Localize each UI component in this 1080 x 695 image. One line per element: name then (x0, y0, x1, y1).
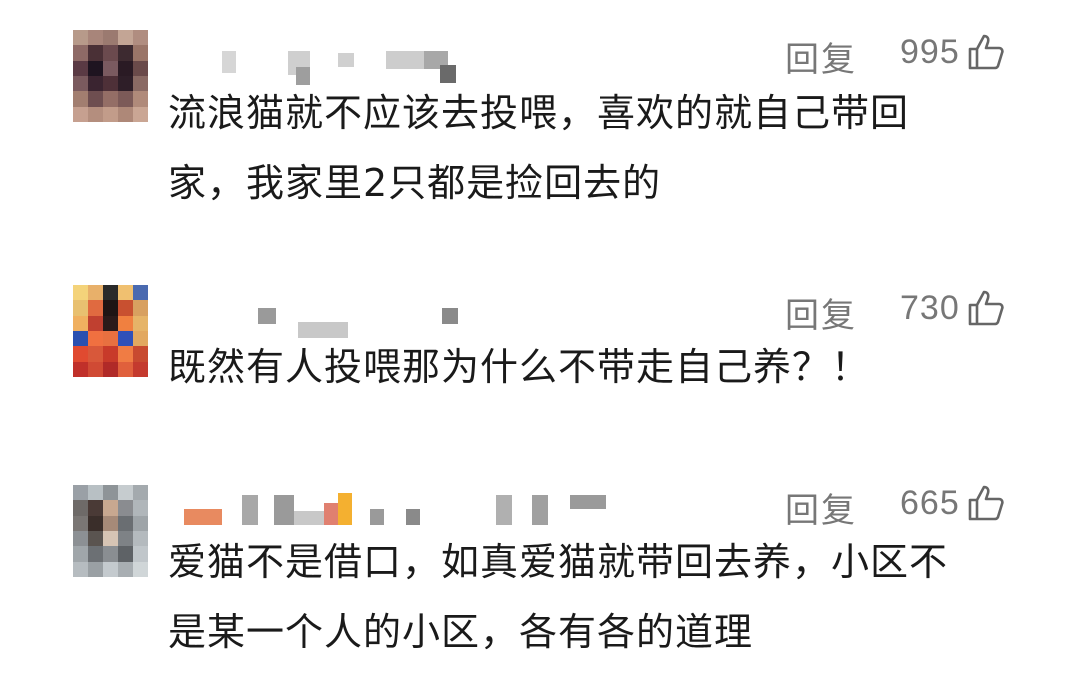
comment-item: 回复 995 流浪猫就不应该去投喂，喜欢的就自己带回 家，我家里2只都是捡回去的 (0, 0, 1080, 230)
reply-button[interactable]: 回复 (785, 288, 857, 337)
comment-item: 回复 665 爱猫不是借口，如真爱猫就带回去养，小区不 是某一个人的小区，各有各… (0, 475, 1080, 695)
like-button[interactable]: 730 (900, 288, 1006, 328)
avatar[interactable] (73, 485, 148, 577)
comment-text-line: 既然有人投喂那为什么不带走自己养？！ (168, 345, 871, 389)
reply-button[interactable]: 回复 (785, 32, 857, 81)
comment-text-line: 是某一个人的小区，各有各的道理 (168, 610, 754, 654)
comment-text: 流浪猫就不应该去投喂，喜欢的就自己带回 家，我家里2只都是捡回去的 (168, 78, 978, 218)
thumbs-up-icon (968, 34, 1004, 70)
username[interactable] (178, 489, 606, 529)
like-count: 730 (900, 288, 960, 327)
comment-text-line: 爱猫不是借口，如真爱猫就带回去养，小区不 (168, 540, 949, 584)
thumbs-up-icon (968, 485, 1004, 521)
like-count: 665 (900, 483, 960, 522)
avatar[interactable] (73, 285, 148, 377)
comment-text-line: 家，我家里2只都是捡回去的 (168, 161, 662, 205)
comment-text: 既然有人投喂那为什么不带走自己养？！ (168, 332, 978, 402)
comment-text-line: 流浪猫就不应该去投喂，喜欢的就自己带回 (168, 91, 910, 135)
like-button[interactable]: 665 (900, 483, 1006, 523)
avatar[interactable] (73, 30, 148, 122)
comment-item: 回复 730 既然有人投喂那为什么不带走自己养？！ (0, 280, 1080, 420)
like-count: 995 (900, 32, 960, 71)
like-button[interactable]: 995 (900, 32, 1006, 72)
reply-button[interactable]: 回复 (785, 483, 857, 532)
comment-text: 爱猫不是借口，如真爱猫就带回去养，小区不 是某一个人的小区，各有各的道理 (168, 527, 978, 667)
thumbs-up-icon (968, 290, 1004, 326)
